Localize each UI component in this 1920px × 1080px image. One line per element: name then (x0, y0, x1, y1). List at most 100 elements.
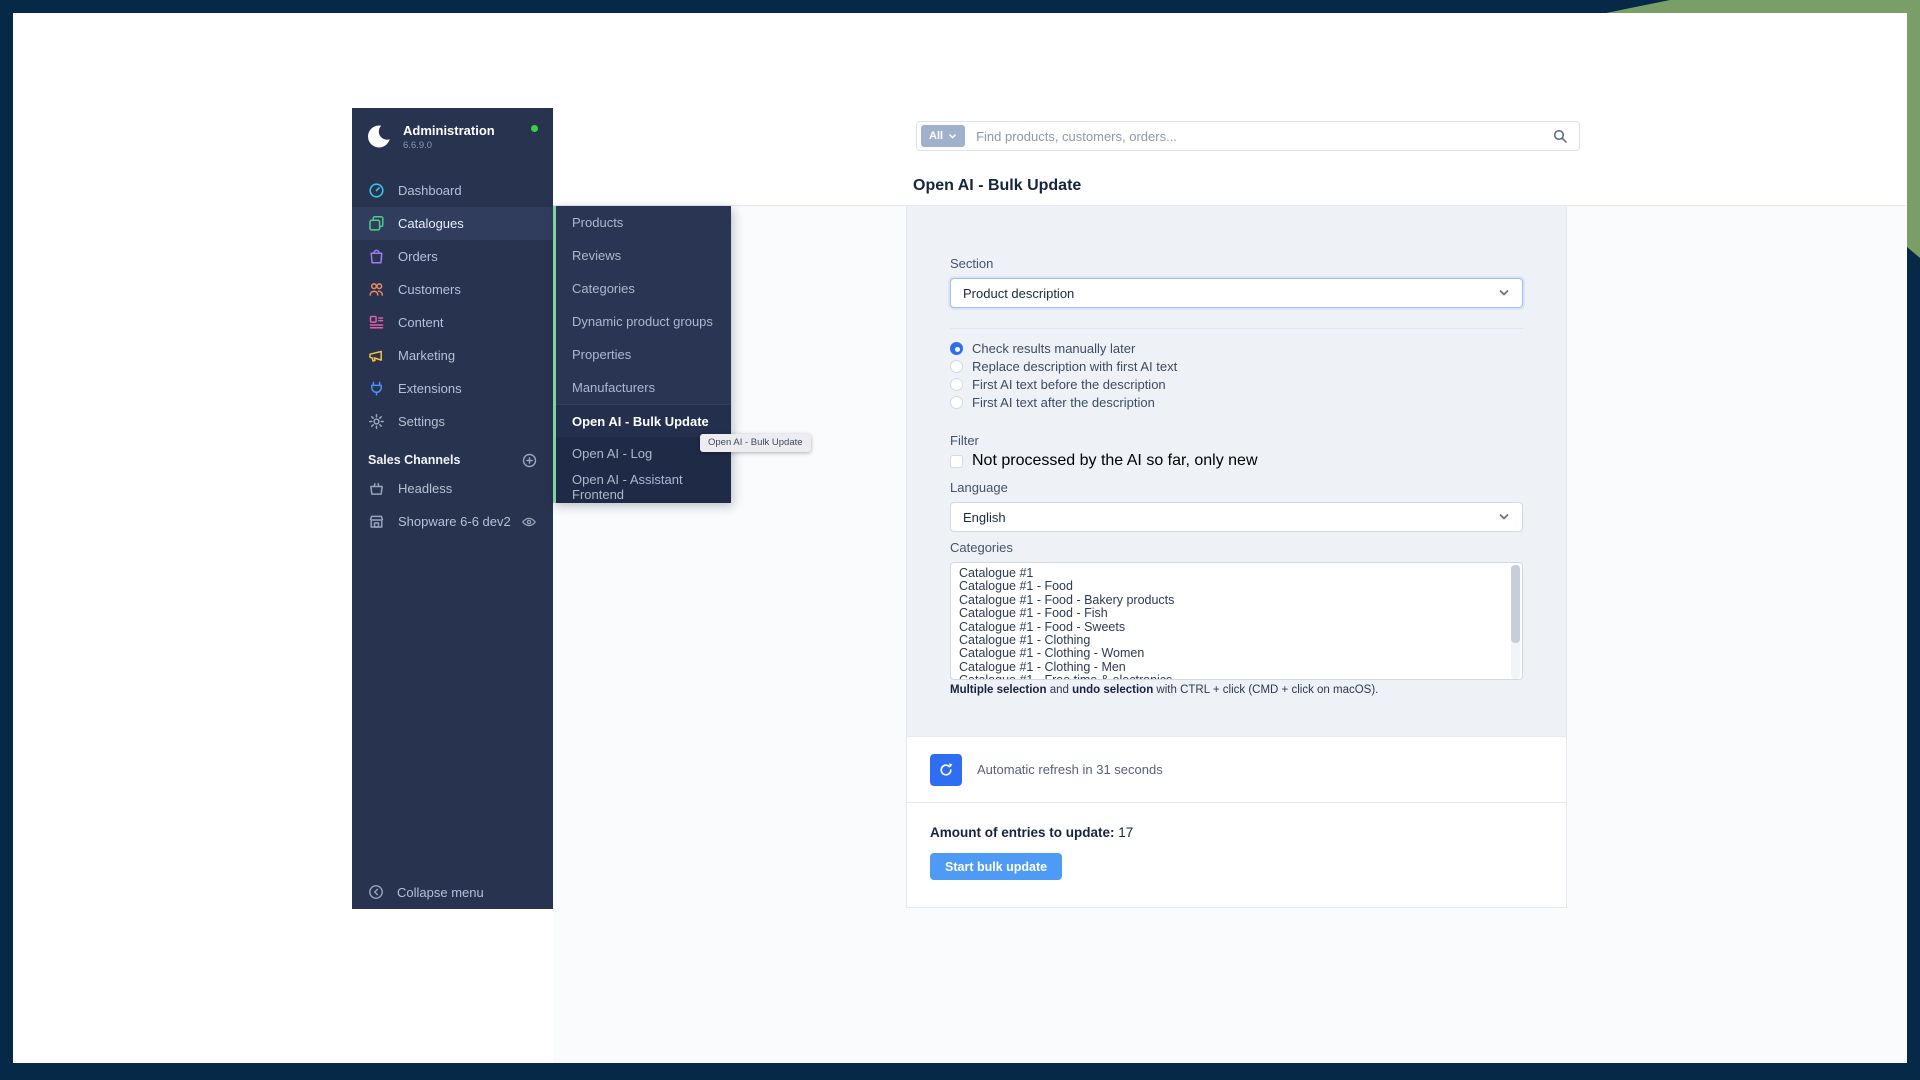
radio-icon[interactable] (950, 396, 963, 409)
listbox-scrollbar-thumb[interactable] (1511, 565, 1520, 643)
extensions-icon (368, 380, 385, 397)
add-sales-channel-icon[interactable] (522, 453, 537, 468)
entries-count-value: 17 (1118, 825, 1133, 840)
collapse-chevron-icon (368, 884, 384, 900)
frame-bottom-bar (0, 1063, 1920, 1080)
marketing-icon (368, 347, 385, 364)
start-bulk-update-button[interactable]: Start bulk update (930, 853, 1062, 880)
frame-left-bar (0, 0, 13, 1080)
search-scope-label: All (929, 130, 943, 142)
flyout-tooltip: Open AI - Bulk Update (700, 434, 811, 452)
flyout-item-properties[interactable]: Properties (556, 338, 731, 371)
entries-count-label: Amount of entries to update: (930, 825, 1115, 840)
search-input[interactable] (976, 129, 1552, 144)
category-option[interactable]: Catalogue #1 (959, 567, 1502, 580)
page-title: Open AI - Bulk Update (913, 177, 1081, 195)
form-divider (950, 328, 1523, 329)
checkbox-icon[interactable] (950, 455, 963, 468)
mode-radio-replace-description[interactable]: Replace description with first AI text (950, 357, 1523, 375)
smartbar-divider (553, 205, 1908, 206)
admin-sidebar: Administration 6.6.9.0 Dashboard Catalog… (352, 108, 553, 909)
mode-radio-text-before[interactable]: First AI text before the description (950, 375, 1523, 393)
section-select-value: Product description (963, 286, 1074, 301)
sidebar-item-customers[interactable]: Customers (352, 273, 553, 306)
section-select[interactable]: Product description (950, 278, 1523, 308)
filter-checkbox-row[interactable]: Not processed by the AI so far, only new (950, 452, 1523, 470)
refresh-button[interactable] (930, 754, 962, 786)
flyout-item-openai-bulk-update[interactable]: Open AI - Bulk Update (556, 404, 731, 437)
language-label: Language (950, 480, 1523, 495)
search-scope-dropdown[interactable]: All (921, 125, 965, 147)
sidebar-item-extensions[interactable]: Extensions (352, 372, 553, 405)
multiselect-hint: Multiple selection and undo selection wi… (950, 684, 1523, 696)
category-option[interactable]: Catalogue #1 - Clothing (959, 634, 1502, 647)
category-option[interactable]: Catalogue #1 - Free time & electronics (959, 674, 1502, 680)
sidebar-item-dashboard[interactable]: Dashboard (352, 174, 553, 207)
sidebar-item-catalogues[interactable]: Catalogues (352, 207, 553, 240)
category-option[interactable]: Catalogue #1 - Clothing - Women (959, 647, 1502, 660)
catalogues-flyout-menu: Products Reviews Categories Dynamic prod… (553, 206, 731, 503)
app-title: Administration (403, 123, 495, 138)
category-option[interactable]: Catalogue #1 - Food - Bakery products (959, 594, 1502, 607)
category-option[interactable]: Catalogue #1 - Food (959, 580, 1502, 593)
categories-listbox[interactable]: Catalogue #1 Catalogue #1 - Food Catalog… (950, 562, 1523, 680)
mode-radio-label: First AI text after the description (972, 395, 1155, 410)
flyout-item-openai-assistant-frontend[interactable]: Open AI - Assistant Frontend (556, 470, 731, 503)
mode-radio-label: First AI text before the description (972, 377, 1166, 392)
sidebar-item-settings[interactable]: Settings (352, 405, 553, 438)
screenshot-stage: All Open AI - Bulk Update Section Produc… (0, 0, 1920, 1080)
catalogues-icon (368, 215, 385, 232)
sidebar-item-content[interactable]: Content (352, 306, 553, 339)
category-option[interactable]: Catalogue #1 - Food - Sweets (959, 621, 1502, 634)
language-select-value: English (963, 510, 1006, 525)
sidebar-header: Administration 6.6.9.0 (352, 108, 553, 160)
bulk-update-card: Section Product description Check result… (906, 206, 1567, 908)
filter-label: Filter (950, 433, 1523, 448)
sales-channels-header: Sales Channels (352, 448, 553, 472)
shopware-logo-icon (366, 123, 393, 150)
radio-icon[interactable] (950, 378, 963, 391)
storefront-icon (368, 513, 385, 530)
chevron-down-icon (948, 132, 957, 141)
eye-icon[interactable] (521, 514, 537, 530)
status-dot (531, 125, 538, 132)
mode-radio-text-after[interactable]: First AI text after the description (950, 393, 1523, 411)
content-icon (368, 314, 385, 331)
category-option[interactable]: Catalogue #1 - Clothing - Men (959, 661, 1502, 674)
sidebar-item-marketing[interactable]: Marketing (352, 339, 553, 372)
sidebar-item-shopware-dev2[interactable]: Shopware 6-6 dev2 (352, 505, 553, 538)
basket-icon (368, 480, 385, 497)
flyout-item-dynamic-product-groups[interactable]: Dynamic product groups (556, 305, 731, 338)
listbox-scrollbar[interactable] (1511, 565, 1520, 679)
bulk-update-form: Section Product description Check result… (907, 206, 1566, 736)
collapse-menu-button[interactable]: Collapse menu (352, 877, 553, 907)
chevron-down-icon (1498, 511, 1510, 523)
flyout-item-reviews[interactable]: Reviews (556, 239, 731, 272)
search-icon[interactable] (1552, 128, 1568, 144)
auto-refresh-row: Automatic refresh in 31 seconds (907, 736, 1566, 802)
global-search-bar[interactable]: All (916, 121, 1580, 151)
app-version: 6.6.9.0 (403, 140, 495, 151)
filter-checkbox-label: Not processed by the AI so far, only new (972, 452, 1258, 470)
orders-icon (368, 248, 385, 265)
category-option[interactable]: Catalogue #1 - Food - Fish (959, 607, 1502, 620)
flyout-item-products[interactable]: Products (556, 206, 731, 239)
settings-gear-icon (368, 413, 385, 430)
mode-radio-label: Replace description with first AI text (972, 359, 1177, 374)
chevron-down-icon (1498, 287, 1510, 299)
mode-radio-check-results[interactable]: Check results manually later (950, 339, 1523, 357)
sidebar-item-orders[interactable]: Orders (352, 240, 553, 273)
frame-right-green-accent (1907, 0, 1920, 258)
customers-icon (368, 281, 385, 298)
summary-section: Amount of entries to update: 17 Start bu… (907, 802, 1566, 907)
sidebar-item-headless[interactable]: Headless (352, 472, 553, 505)
sidebar-menu: Dashboard Catalogues Orders Customers Co… (352, 174, 553, 438)
radio-selected-icon[interactable] (950, 342, 963, 355)
section-label: Section (950, 256, 1523, 271)
language-select[interactable]: English (950, 502, 1523, 532)
dashboard-icon (368, 182, 385, 199)
radio-icon[interactable] (950, 360, 963, 373)
flyout-item-manufacturers[interactable]: Manufacturers (556, 371, 731, 404)
flyout-item-categories[interactable]: Categories (556, 272, 731, 305)
entries-count-line: Amount of entries to update: 17 (930, 825, 1543, 840)
